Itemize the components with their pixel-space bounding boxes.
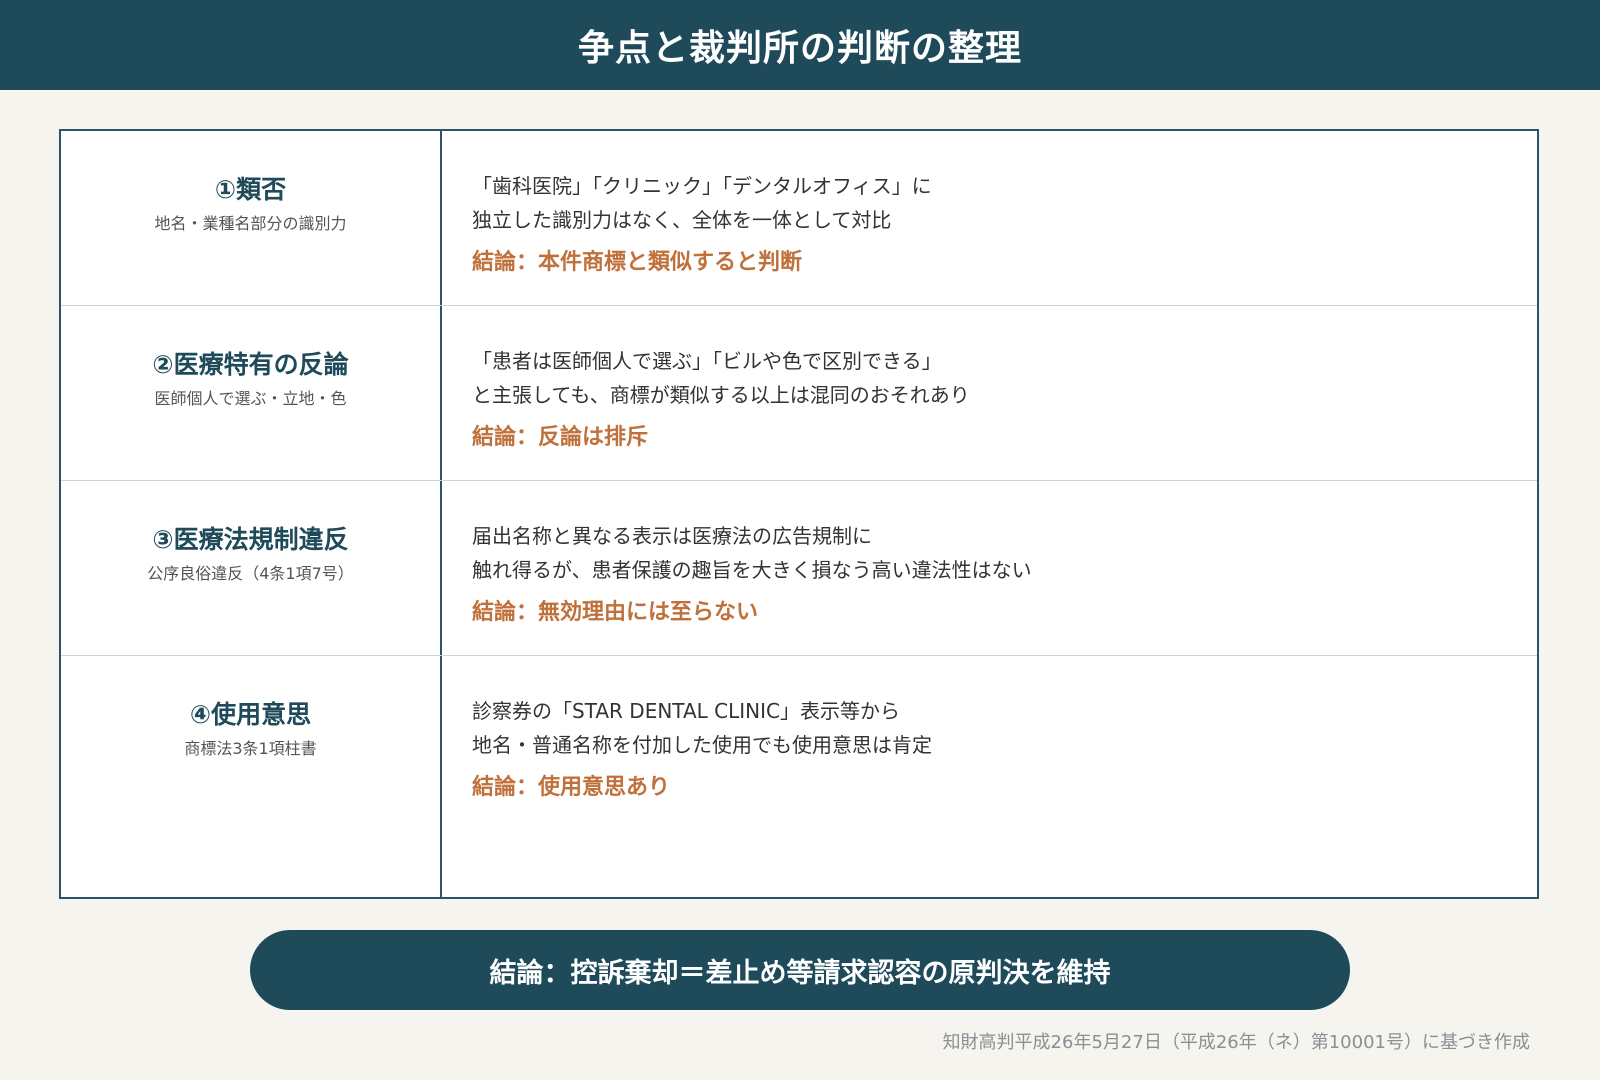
issues-table: ①類否 地名・業種名部分の識別力 「歯科医院」「クリニック」「デンタルオフィス」…: [59, 129, 1539, 899]
issue-row-medical-rebuttal: ②医療特有の反論 医師個人で選ぶ・立地・色 「患者は医師個人で選ぶ」「ビルや色で…: [61, 306, 1537, 480]
issue-conclusion: 結論：無効理由には至らない: [472, 600, 759, 625]
issue-label-cell: ①類否 地名・業種名部分の識別力: [61, 131, 440, 305]
issue-subtitle: 公序良俗違反（4条1項7号）: [147, 564, 354, 583]
issue-conclusion: 結論：反論は排斥: [472, 425, 649, 450]
issue-label-cell: ②医療特有の反論 医師個人で選ぶ・立地・色: [61, 306, 440, 480]
judgment-text-line: 地名・普通名称を付加した使用でも使用意思は肯定: [472, 733, 932, 757]
issue-title: ①類否: [214, 175, 287, 204]
page-header: 争点と裁判所の判断の整理: [0, 0, 1600, 90]
judgment-text-line: 「歯科医院」「クリニック」「デンタルオフィス」に: [472, 174, 932, 198]
issue-judgment-cell: 「患者は医師個人で選ぶ」「ビルや色で区別できる」 と主張しても、商標が類似する以…: [472, 344, 1512, 454]
judgment-text-line: 「患者は医師個人で選ぶ」「ビルや色で区別できる」: [472, 349, 942, 373]
issue-subtitle: 商標法3条1項柱書: [184, 739, 317, 758]
issue-title: ③医療法規制違反: [152, 525, 349, 554]
judgment-text-line: 診察券の「STAR DENTAL CLINIC」表示等から: [472, 699, 900, 723]
issue-row-medical-law: ③医療法規制違反 公序良俗違反（4条1項7号） 届出名称と異なる表示は医療法の広…: [61, 481, 1537, 655]
judgment-text-line: 独立した識別力はなく、全体を一体として対比: [472, 208, 892, 232]
final-verdict-banner: 結論：控訴棄却＝差止め等請求認容の原判決を維持: [250, 930, 1350, 1010]
issue-label-cell: ③医療法規制違反 公序良俗違反（4条1項7号）: [61, 481, 440, 655]
final-verdict-text: 結論：控訴棄却＝差止め等請求認容の原判決を維持: [489, 957, 1111, 989]
judgment-text-line: と主張しても、商標が類似する以上は混同のおそれあり: [472, 383, 970, 407]
page-title: 争点と裁判所の判断の整理: [577, 28, 1022, 69]
issue-label-cell: ④使用意思 商標法3条1項柱書: [61, 656, 440, 897]
issue-judgment-cell: 「歯科医院」「クリニック」「デンタルオフィス」に 独立した識別力はなく、全体を一…: [472, 169, 1512, 279]
judgment-text-line: 届出名称と異なる表示は医療法の広告規制に: [472, 524, 872, 548]
issue-title: ②医療特有の反論: [152, 350, 349, 379]
issue-row-similarity: ①類否 地名・業種名部分の識別力 「歯科医院」「クリニック」「デンタルオフィス」…: [61, 131, 1537, 305]
issue-subtitle: 医師個人で選ぶ・立地・色: [154, 389, 347, 408]
source-note: 知財高判平成26年5月27日（平成26年（ネ）第10001号）に基づき作成: [942, 1032, 1530, 1053]
issue-conclusion: 結論：本件商標と類似すると判断: [472, 250, 803, 275]
issue-title: ④使用意思: [189, 700, 312, 729]
issue-judgment-cell: 診察券の「STAR DENTAL CLINIC」表示等から 地名・普通名称を付加…: [472, 694, 1512, 804]
issue-judgment-cell: 届出名称と異なる表示は医療法の広告規制に 触れ得るが、患者保護の趣旨を大きく損な…: [472, 519, 1512, 629]
judgment-text-line: 触れ得るが、患者保護の趣旨を大きく損なう高い違法性はない: [472, 558, 1032, 582]
issue-row-intent-to-use: ④使用意思 商標法3条1項柱書 診察券の「STAR DENTAL CLINIC」…: [61, 656, 1537, 897]
issue-subtitle: 地名・業種名部分の識別力: [154, 214, 347, 233]
issue-conclusion: 結論：使用意思あり: [472, 775, 671, 800]
